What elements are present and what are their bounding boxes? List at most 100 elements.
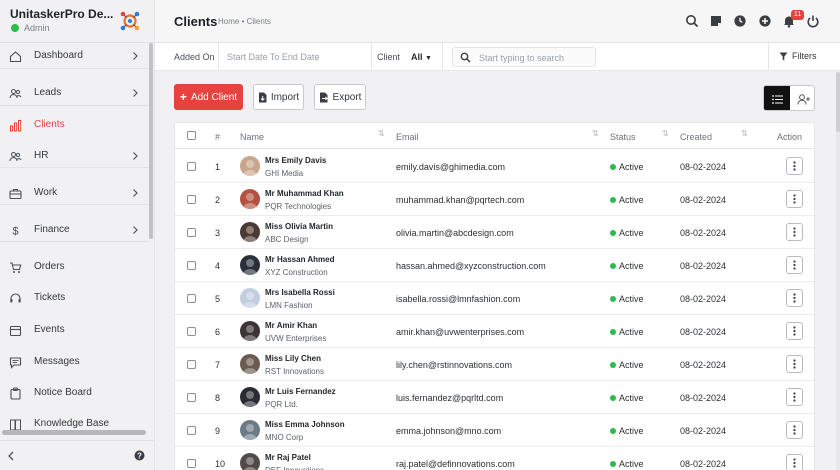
bar-chart-icon — [10, 120, 22, 132]
avatar[interactable] — [240, 387, 260, 407]
sort-icon[interactable]: ⇅ — [592, 129, 599, 138]
client-name[interactable]: Mr Hassan Ahmed — [265, 255, 335, 264]
add-client-button[interactable]: + Add Client — [174, 84, 243, 110]
import-button[interactable]: Import — [253, 84, 304, 110]
table-row[interactable]: 5 Mrs Isabella Rossi LMN Fashion isabella.r… — [175, 282, 814, 315]
client-name[interactable]: Mr Luis Fernandez — [265, 387, 336, 396]
table-row[interactable]: 10 Mr Raj Patel DEF Innovations raj.patel@d… — [175, 447, 814, 470]
sticky-note-icon[interactable] — [709, 14, 723, 28]
avatar-person-icon — [243, 226, 257, 242]
sidebar-item-notice-board[interactable]: Notice Board — [0, 378, 149, 408]
client-name[interactable]: Miss Olivia Martin — [265, 222, 333, 231]
table-row[interactable]: 9 Miss Emma Johnson MNO Corp emma.johnson@m… — [175, 414, 814, 447]
row-checkbox[interactable] — [187, 261, 196, 270]
power-icon[interactable] — [806, 14, 820, 28]
client-name[interactable]: Mr Raj Patel — [265, 453, 311, 462]
sidebar-item-events[interactable]: Events — [0, 315, 149, 345]
user-plus-icon — [796, 93, 810, 105]
table-row[interactable]: 3 Miss Olivia Martin ABC Design olivia.mart… — [175, 216, 814, 249]
search-icon[interactable] — [685, 14, 699, 28]
avatar[interactable] — [240, 288, 260, 308]
row-checkbox[interactable] — [187, 459, 196, 468]
row-action-button[interactable] — [786, 289, 803, 307]
client-filter-select[interactable]: All ▼ — [411, 52, 432, 62]
sidebar-item-work[interactable]: Work — [0, 178, 149, 208]
row-checkbox[interactable] — [187, 393, 196, 402]
client-email: hassan.ahmed@xyzconstruction.com — [396, 261, 546, 271]
client-name[interactable]: Mrs Isabella Rossi — [265, 288, 335, 297]
client-name[interactable]: Mr Amir Khan — [265, 321, 317, 330]
sidebar-scrollbar[interactable] — [149, 43, 153, 239]
breadcrumb[interactable]: Home • Clients — [218, 17, 271, 26]
sort-icon[interactable]: ⇅ — [741, 129, 748, 138]
row-action-button[interactable] — [786, 421, 803, 439]
row-action-button[interactable] — [786, 223, 803, 241]
row-checkbox[interactable] — [187, 327, 196, 336]
sidebar-item-messages[interactable]: Messages — [0, 347, 149, 377]
sidebar-item-hr[interactable]: HR — [0, 141, 149, 171]
table-row[interactable]: 6 Mr Amir Khan UVW Enterprises amir.khan@uv… — [175, 315, 814, 348]
col-created[interactable]: Created — [680, 132, 712, 142]
table-row[interactable]: 4 Mr Hassan Ahmed XYZ Construction hassan.a… — [175, 249, 814, 282]
row-action-button[interactable] — [786, 322, 803, 340]
list-view-button[interactable] — [764, 86, 790, 110]
add-user-view-button[interactable] — [790, 86, 814, 110]
client-name[interactable]: Mr Muhammad Khan — [265, 189, 344, 198]
avatar[interactable] — [240, 222, 260, 242]
search-input[interactable]: Start typing to search — [452, 47, 596, 67]
sidebar-item-clients[interactable]: Clients — [0, 110, 149, 140]
clock-icon[interactable] — [733, 14, 747, 28]
status-label: Active — [619, 426, 644, 436]
avatar[interactable] — [240, 321, 260, 341]
row-checkbox[interactable] — [187, 162, 196, 171]
avatar[interactable] — [240, 255, 260, 275]
row-action-button[interactable] — [786, 388, 803, 406]
client-name[interactable]: Miss Emma Johnson — [265, 420, 345, 429]
client-name[interactable]: Mrs Emily Davis — [265, 156, 326, 165]
sort-icon[interactable]: ⇅ — [662, 129, 669, 138]
row-checkbox[interactable] — [187, 294, 196, 303]
people-icon — [9, 152, 22, 162]
main-scrollbar-thumb[interactable] — [836, 72, 840, 132]
row-number: 9 — [215, 426, 221, 436]
sidebar-item-finance[interactable]: $ Finance — [0, 215, 149, 245]
collapse-sidebar-icon[interactable] — [6, 450, 16, 462]
row-action-button[interactable] — [786, 157, 803, 175]
avatar[interactable] — [240, 156, 260, 176]
avatar[interactable] — [240, 420, 260, 440]
export-button[interactable]: Export — [314, 84, 366, 110]
row-action-button[interactable] — [786, 355, 803, 373]
row-checkbox[interactable] — [187, 426, 196, 435]
table-row[interactable]: 1 Mrs Emily Davis GHI Media emily.davis@ghi… — [175, 150, 814, 183]
sidebar-item-orders[interactable]: Orders — [0, 252, 149, 282]
table-row[interactable]: 8 Mr Luis Fernandez PQR Ltd. luis.fernandez… — [175, 381, 814, 414]
help-icon[interactable]: ? — [134, 450, 145, 461]
row-action-button[interactable] — [786, 256, 803, 274]
col-name[interactable]: Name — [240, 132, 264, 142]
avatar[interactable] — [240, 189, 260, 209]
row-action-button[interactable] — [786, 454, 803, 470]
sidebar-item-leads[interactable]: Leads — [0, 78, 149, 108]
page-title: Clients — [174, 14, 218, 29]
sidebar-item-dashboard[interactable]: Dashboard — [0, 41, 149, 71]
table-row[interactable]: 2 Mr Muhammad Khan PQR Technologies muhamma… — [175, 183, 814, 216]
kebab-menu-icon — [793, 458, 796, 468]
sort-icon[interactable]: ⇅ — [378, 129, 385, 138]
sidebar-horizontal-scrollbar[interactable] — [2, 430, 146, 435]
col-email[interactable]: Email — [396, 132, 419, 142]
table-row[interactable]: 7 Miss Lily Chen RST Innovations lily.chen@… — [175, 348, 814, 381]
avatar[interactable] — [240, 354, 260, 374]
row-action-button[interactable] — [786, 190, 803, 208]
col-status[interactable]: Status — [610, 132, 636, 142]
row-checkbox[interactable] — [187, 195, 196, 204]
main-scrollbar[interactable] — [836, 72, 840, 470]
filters-button[interactable]: Filters — [779, 51, 817, 61]
select-all-checkbox[interactable] — [187, 131, 196, 140]
add-circle-icon[interactable] — [758, 14, 772, 28]
sidebar-item-tickets[interactable]: Tickets — [0, 283, 149, 313]
date-range-input[interactable]: Start Date To End Date — [227, 52, 319, 62]
client-name[interactable]: Miss Lily Chen — [265, 354, 321, 363]
row-checkbox[interactable] — [187, 228, 196, 237]
avatar[interactable] — [240, 453, 260, 470]
row-checkbox[interactable] — [187, 360, 196, 369]
